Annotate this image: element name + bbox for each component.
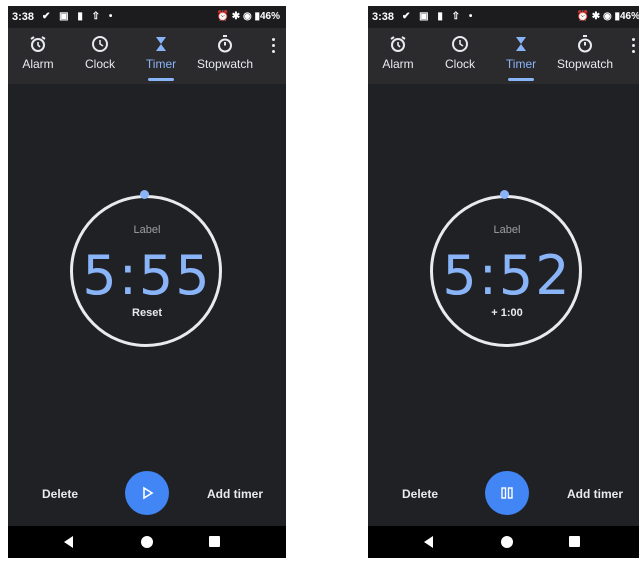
home-icon[interactable] <box>141 536 153 548</box>
home-icon[interactable] <box>501 536 513 548</box>
tab-label: Alarm <box>22 57 54 71</box>
system-icons: ⏰ ✱ ◉ ▮46% <box>216 11 280 22</box>
tab-alarm[interactable]: Alarm <box>8 34 73 71</box>
tab-timer[interactable]: Timer <box>126 34 196 81</box>
stopwatch-icon <box>218 35 232 53</box>
system-icons: ⏰ ✱ ◉ ▮46% <box>576 11 639 22</box>
tab-label: Clock <box>84 57 115 71</box>
tab-clock[interactable]: Clock <box>65 34 135 71</box>
navigation-bar <box>8 526 286 558</box>
recents-icon[interactable] <box>209 536 220 547</box>
tab-bar: Alarm Clock Timer Stopwatch <box>8 28 286 84</box>
timer-display: 5:55 <box>82 244 212 307</box>
tab-alarm[interactable]: Alarm <box>368 34 433 71</box>
pause-icon <box>501 487 513 499</box>
timer-progress-knob <box>500 190 509 199</box>
battery-percent: 46% <box>619 11 639 22</box>
status-bar: 3:38 ✔ ▣ ▮ ⇧ • ⏰ ✱ ◉ ▮46% <box>368 6 639 28</box>
pause-button[interactable] <box>485 471 529 515</box>
add-timer-button[interactable]: Add timer <box>207 487 263 501</box>
play-button[interactable] <box>125 471 169 515</box>
timer-progress-knob <box>140 190 149 199</box>
tab-label: Stopwatch <box>196 57 254 71</box>
tab-label: Stopwatch <box>556 57 614 71</box>
timer-display: 5:52 <box>442 244 572 307</box>
battery-percent: 46% <box>259 11 280 22</box>
notification-icons: ✔ ▣ ▮ ⇧ • <box>402 11 476 22</box>
tab-clock[interactable]: Clock <box>425 34 495 71</box>
recents-icon[interactable] <box>569 536 580 547</box>
more-options-icon[interactable] <box>632 38 636 56</box>
tab-timer[interactable]: Timer <box>486 34 556 81</box>
tab-stopwatch[interactable]: Stopwatch <box>190 34 260 71</box>
tab-stopwatch[interactable]: Stopwatch <box>550 34 620 71</box>
active-tab-indicator <box>508 78 534 81</box>
add-timer-button[interactable]: Add timer <box>567 487 623 501</box>
tab-label: Clock <box>444 57 475 71</box>
tab-bar: Alarm Clock Timer Stopwatch <box>368 28 639 84</box>
delete-button[interactable]: Delete <box>402 487 438 501</box>
tab-label: Timer <box>505 57 537 71</box>
more-options-icon[interactable] <box>272 38 276 56</box>
add-minute-button[interactable]: + 1:00 <box>368 307 639 319</box>
phone-screen-right: 3:38 ✔ ▣ ▮ ⇧ • ⏰ ✱ ◉ ▮46% Alarm Clock Ti… <box>368 6 639 558</box>
alarm-icon <box>30 36 46 52</box>
phone-screen-left: 3:38 ✔ ▣ ▮ ⇧ • ⏰ ✱ ◉ ▮46% Alarm Clock Ti… <box>8 6 286 558</box>
active-tab-indicator <box>148 78 174 81</box>
stopwatch-icon <box>578 35 592 53</box>
play-icon <box>143 486 154 500</box>
reset-button[interactable]: Reset <box>8 307 286 319</box>
status-bar: 3:38 ✔ ▣ ▮ ⇧ • ⏰ ✱ ◉ ▮46% <box>8 6 286 28</box>
hourglass-icon <box>516 37 526 51</box>
back-icon[interactable] <box>64 536 73 548</box>
status-time: 3:38 <box>12 11 35 23</box>
navigation-bar <box>368 526 639 558</box>
back-icon[interactable] <box>424 536 433 548</box>
alarm-icon <box>390 36 406 52</box>
tab-label: Alarm <box>382 57 414 71</box>
clock-icon <box>92 36 108 52</box>
timer-label[interactable]: Label <box>8 224 286 236</box>
timer-label[interactable]: Label <box>368 224 639 236</box>
hourglass-icon <box>156 37 166 51</box>
tab-label: Timer <box>145 57 177 71</box>
status-time: 3:38 <box>372 11 395 23</box>
notification-icons: ✔ ▣ ▮ ⇧ • <box>42 11 116 22</box>
delete-button[interactable]: Delete <box>42 487 78 501</box>
clock-icon <box>452 36 468 52</box>
